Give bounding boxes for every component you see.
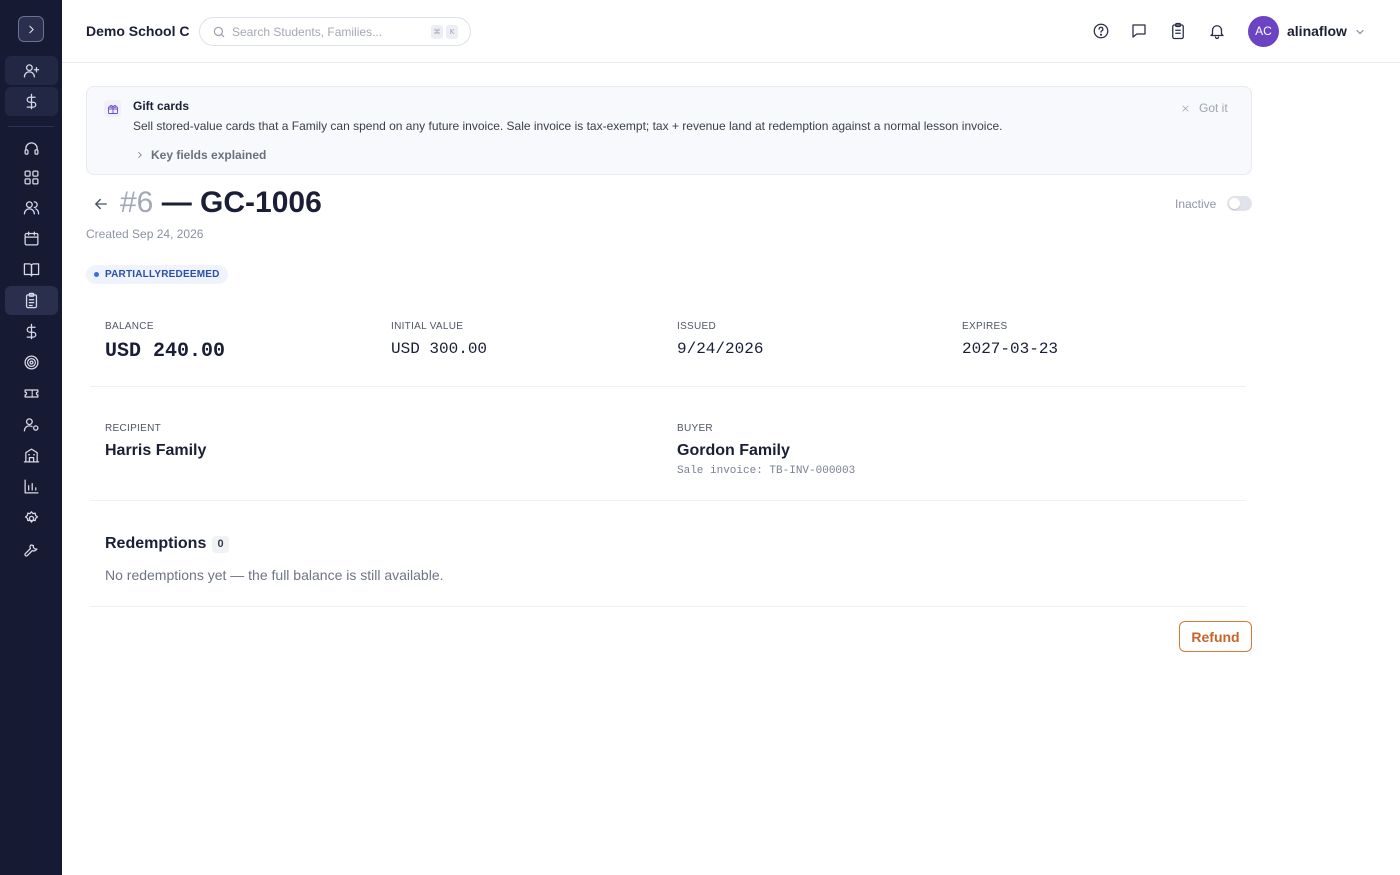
- gift-icon: [104, 100, 121, 117]
- sidebar-item-payments[interactable]: [5, 317, 58, 346]
- expires-value: 2027-03-23: [962, 340, 1059, 358]
- search-input[interactable]: [232, 23, 422, 41]
- chevron-down-icon: [1356, 30, 1364, 34]
- calendar-icon: [24, 231, 39, 246]
- divider: [90, 500, 1246, 501]
- chevron-right-icon: [138, 152, 142, 158]
- initial-value-label: INITIAL VALUE: [391, 321, 464, 332]
- top-bar: Demo School C ⌘ K AC alinaflow: [62, 0, 1400, 63]
- sidebar-item-dashboard[interactable]: [5, 163, 58, 192]
- shortcut-key-cmd: ⌘: [431, 25, 443, 39]
- page-title: #6 — GC-1006: [120, 186, 322, 220]
- chevron-right-icon: [28, 25, 34, 33]
- sidebar-item-gift-cards[interactable]: [5, 286, 58, 315]
- balance-value: USD 240.00: [105, 340, 226, 363]
- sale-invoice-link[interactable]: Sale invoice: TB-INV-000003: [677, 465, 855, 477]
- shortcut-key-k: K: [446, 25, 458, 39]
- dismiss-banner-button[interactable]: Got it: [1181, 101, 1228, 115]
- help-circle-icon: [1093, 23, 1109, 39]
- users-icon: [23, 201, 40, 215]
- search-icon: [213, 26, 225, 38]
- toggle-knob: [1229, 198, 1240, 209]
- divider: [90, 386, 1246, 387]
- banner-description: Sell stored-value cards that a Family ca…: [133, 119, 1003, 133]
- buyer-name[interactable]: Gordon Family: [677, 442, 790, 460]
- user-settings-icon: [23, 418, 39, 432]
- sidebar-item-people[interactable]: [5, 193, 58, 222]
- sidebar-item-lessons[interactable]: [5, 255, 58, 284]
- sidebar-divider: [8, 126, 54, 127]
- created-label: Created: [86, 227, 129, 241]
- notifications-button[interactable]: [1206, 20, 1228, 42]
- banner-title: Gift cards: [133, 99, 190, 113]
- sidebar-item-locations[interactable]: [5, 441, 58, 470]
- tasks-button[interactable]: [1167, 20, 1189, 42]
- recipient-label: RECIPIENT: [105, 423, 162, 434]
- bell-icon: [1210, 25, 1224, 40]
- sidebar-item-staff[interactable]: [5, 410, 58, 439]
- sidebar-item-calendar[interactable]: [5, 224, 58, 253]
- search-box[interactable]: ⌘ K: [199, 17, 471, 46]
- bar-chart-icon: [24, 479, 39, 494]
- add-user-icon: [23, 64, 40, 78]
- building-icon: [23, 448, 40, 463]
- wrench-icon: [24, 544, 38, 557]
- recipient-name[interactable]: Harris Family: [105, 442, 206, 460]
- gift-card-code: — GC-1006: [161, 186, 322, 219]
- issued-value: 9/24/2026: [677, 340, 764, 358]
- close-icon: [1182, 105, 1189, 111]
- clipboard-icon: [25, 292, 38, 309]
- avatar[interactable]: AC: [1248, 16, 1279, 47]
- expires-label: EXPIRES: [962, 321, 1008, 332]
- user-menu-toggle[interactable]: [1354, 25, 1366, 37]
- created-date: Created Sep 24, 2026: [86, 227, 203, 241]
- sidebar: [0, 0, 62, 875]
- sidebar-item-tickets[interactable]: [5, 379, 58, 408]
- buyer-label: BUYER: [677, 423, 713, 434]
- headset-icon: [24, 142, 39, 155]
- clipboard-icon: [1172, 22, 1184, 40]
- status-badge: PARTIALLYREDEEMED: [86, 265, 228, 284]
- redemptions-empty-message: No redemptions yet — the full balance is…: [105, 567, 444, 583]
- sidebar-item-add-user[interactable]: [5, 56, 58, 85]
- user-name[interactable]: alinaflow: [1287, 23, 1347, 39]
- divider: [90, 606, 1246, 607]
- sidebar-expand-button[interactable]: [18, 16, 44, 42]
- sidebar-item-settings[interactable]: [5, 504, 58, 533]
- help-button[interactable]: [1090, 20, 1112, 42]
- dashboard-icon: [24, 170, 39, 185]
- redemptions-count: 0: [212, 536, 229, 553]
- key-fields-toggle[interactable]: Key fields explained: [135, 148, 266, 162]
- sidebar-item-billing[interactable]: [5, 87, 58, 116]
- message-icon: [1132, 24, 1146, 38]
- book-icon: [23, 263, 40, 277]
- dollar-icon: [26, 323, 37, 340]
- gift-cards-info-banner: Gift cards Sell stored-value cards that …: [86, 86, 1252, 175]
- school-name[interactable]: Demo School C: [86, 23, 189, 39]
- balance-label: BALANCE: [105, 321, 154, 332]
- target-icon: [24, 355, 39, 370]
- sidebar-item-reports[interactable]: [5, 472, 58, 501]
- issued-label: ISSUED: [677, 321, 717, 332]
- refund-button[interactable]: Refund: [1179, 621, 1252, 652]
- created-date-value: Sep 24, 2026: [132, 227, 204, 241]
- dollar-icon: [26, 93, 37, 110]
- status-toggle-label: Inactive: [1175, 197, 1217, 211]
- ticket-icon: [24, 389, 39, 398]
- messages-button[interactable]: [1128, 20, 1150, 42]
- arrow-left-icon: [95, 198, 107, 210]
- active-toggle[interactable]: [1227, 196, 1252, 211]
- sidebar-item-support[interactable]: [5, 134, 58, 163]
- sidebar-item-goals[interactable]: [5, 348, 58, 377]
- status-badge-label: PARTIALLYREDEEMED: [105, 269, 220, 280]
- status-dot: [94, 272, 99, 277]
- sidebar-item-tools[interactable]: [5, 535, 58, 564]
- initial-value-value: USD 300.00: [391, 340, 488, 358]
- gear-icon: [24, 511, 39, 523]
- dismiss-label: Got it: [1199, 101, 1228, 115]
- back-button[interactable]: [92, 195, 110, 213]
- key-fields-label: Key fields explained: [151, 148, 267, 162]
- gift-card-number: #6: [120, 186, 154, 219]
- redemptions-title: Redemptions: [105, 535, 207, 552]
